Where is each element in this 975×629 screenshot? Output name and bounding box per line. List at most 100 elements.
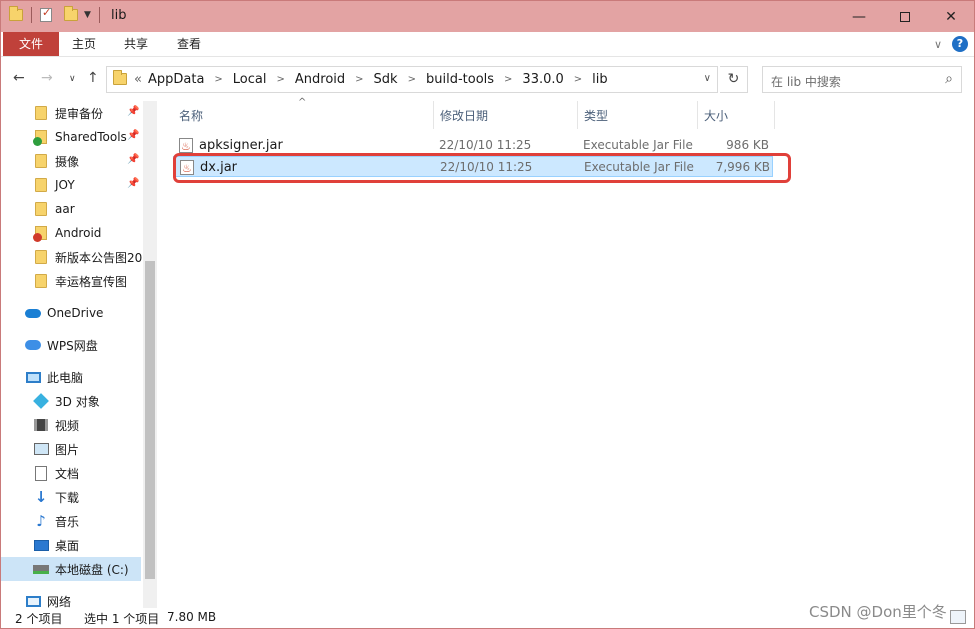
navigation-pane: 提审备份 📌 SharedTools 📌 摄像 📌 JOY 📌 aar Andr… [1,101,157,609]
annotation-highlight [173,153,791,183]
sort-ascending-icon: ^ [298,97,307,108]
customize-toolbar-icon[interactable]: ▼ [84,10,91,20]
sidebar-item-quick-2[interactable]: SharedTools [33,125,141,149]
quick-access-toolbar: ▼ [9,6,102,23]
scrollbar-thumb[interactable] [145,261,155,579]
column-header-name[interactable]: 名称 [179,105,203,127]
breadcrumb-sdk[interactable]: Sdk [371,72,401,87]
view-switcher [950,610,966,624]
documents-icon [33,465,49,481]
local-disk-icon [33,561,49,577]
help-icon[interactable]: ? [952,36,968,52]
toolbar-separator [98,7,100,23]
jar-file-icon [179,136,193,157]
breadcrumb: « AppData > Local > Android > Sdk > buil… [131,72,611,87]
sidebar-item-label: 视频 [55,418,80,433]
back-button[interactable]: ← [13,70,25,86]
sidebar-item-music[interactable]: ♪ 音乐 [33,509,143,533]
address-bar[interactable]: « AppData > Local > Android > Sdk > buil… [106,66,718,93]
tab-share[interactable]: 共享 [115,32,157,56]
breadcrumb-version[interactable]: 33.0.0 [519,72,566,87]
chevron-right-icon[interactable]: > [270,74,292,85]
music-icon: ♪ [36,512,46,530]
up-button[interactable]: ↑ [87,70,99,86]
folder-icon[interactable] [9,6,23,21]
sidebar-item-pictures[interactable]: 图片 [33,437,143,461]
tab-home[interactable]: 主页 [63,32,105,56]
sidebar-item-videos[interactable]: 视频 [33,413,143,437]
properties-icon[interactable] [40,6,52,22]
item-count: 2 个项目 [15,612,63,626]
breadcrumb-appdata[interactable]: AppData [145,72,207,87]
sidebar-item-downloads[interactable]: ↓ 下载 [33,485,143,509]
minimize-button[interactable]: — [836,1,882,32]
breadcrumb-build-tools[interactable]: build-tools [423,72,497,87]
expand-ribbon-icon[interactable]: ∨ [934,38,942,51]
pin-icon: 📌 [127,130,140,141]
warning-folder-icon [33,225,49,242]
sidebar-item-wps[interactable]: WPS网盘 [25,333,143,357]
sidebar-item-label: WPS网盘 [47,338,98,353]
breadcrumb-lib[interactable]: lib [589,72,610,87]
wps-cloud-icon [25,337,41,353]
sidebar-item-label: OneDrive [47,306,104,320]
chevron-right-icon[interactable]: > [497,74,519,85]
column-divider[interactable] [433,101,434,129]
sidebar-item-documents[interactable]: 文档 [33,461,143,485]
sidebar-item-onedrive[interactable]: OneDrive [25,301,143,325]
chevron-right-icon[interactable]: > [348,74,370,85]
sidebar-item-label: 本地磁盘 (C:) [55,562,129,577]
sidebar-item-label: Android [55,226,102,240]
title-bar: ▼ lib — ✕ [1,1,974,32]
sidebar-item-desktop[interactable]: 桌面 [33,533,143,557]
sidebar-item-quick-8[interactable]: 幸运格宣传图 [33,269,143,293]
computer-icon [25,369,41,385]
search-icon[interactable]: ⌕ [945,71,953,87]
tab-view[interactable]: 查看 [168,32,210,56]
column-divider[interactable] [774,101,775,129]
details-view-icon[interactable] [950,610,966,624]
sidebar-item-quick-7[interactable]: 新版本公告图20 [33,245,143,269]
column-header-type[interactable]: 类型 [584,105,608,127]
pictures-icon [33,441,49,457]
sidebar-item-local-disk[interactable]: 本地磁盘 (C:) [1,557,141,581]
search-input[interactable]: 在 lib 中搜索 ⌕ [762,66,962,93]
column-header-size[interactable]: 大小 [704,105,728,127]
breadcrumb-local[interactable]: Local [230,72,270,87]
3d-objects-icon [33,393,49,409]
sidebar-scrollbar[interactable] [143,101,157,609]
column-header-date[interactable]: 修改日期 [440,105,488,127]
sidebar-item-network[interactable]: 网络 [25,589,143,609]
download-icon: ↓ [34,488,48,506]
tab-file[interactable]: 文件 [3,32,59,56]
folder-icon [33,249,49,265]
address-history-icon[interactable]: ∨ [704,73,711,84]
forward-button[interactable]: → [41,70,53,86]
breadcrumb-android[interactable]: Android [292,72,348,87]
pin-icon: 📌 [127,178,140,189]
onedrive-cloud-icon [25,305,41,321]
navigation-bar: ← → ∨ ↑ « AppData > Local > Android > Sd… [1,58,974,101]
maximize-button[interactable] [882,1,928,32]
maximize-icon [900,11,910,22]
sidebar-item-this-pc[interactable]: 此电脑 [25,365,143,389]
sidebar-item-label: 幸运格宣传图 [55,274,128,289]
column-divider[interactable] [577,101,578,129]
new-folder-icon[interactable] [64,6,78,21]
refresh-button[interactable]: ↻ [720,66,748,93]
sidebar-item-quick-5[interactable]: aar [33,197,157,221]
watermark: CSDN @Don里个冬 [809,603,947,621]
sidebar-item-3d-objects[interactable]: 3D 对象 [33,389,143,413]
toolbar-separator [31,7,32,23]
sidebar-item-quick-6[interactable]: Android [33,221,157,245]
column-divider[interactable] [697,101,698,129]
chevron-right-icon[interactable]: > [207,74,229,85]
sidebar-item-label: 网络 [47,594,72,609]
chevron-right-icon[interactable]: > [567,74,589,85]
pin-icon: 📌 [127,154,140,165]
breadcrumb-overflow[interactable]: « [131,72,145,87]
close-button[interactable]: ✕ [928,1,974,32]
chevron-right-icon[interactable]: > [401,74,423,85]
recent-locations-icon[interactable]: ∨ [69,74,76,84]
file-list: ^ 名称 修改日期 类型 大小 apksigner.jar 22/10/10 1… [157,97,974,609]
